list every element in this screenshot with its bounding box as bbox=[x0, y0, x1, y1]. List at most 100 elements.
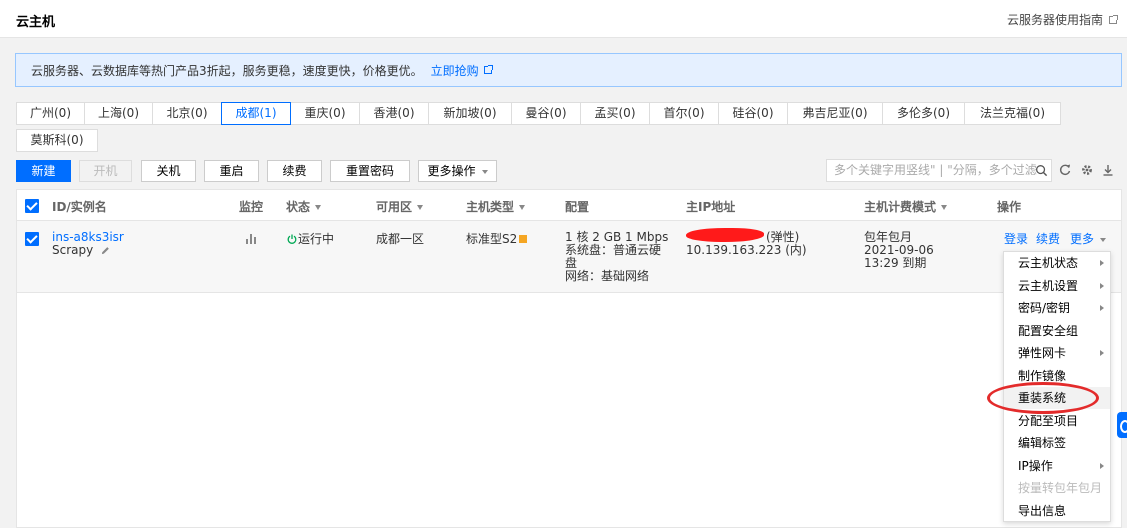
more-actions-label[interactable]: 更多操作 bbox=[427, 164, 475, 178]
menu-item-security-group[interactable]: 配置安全组 bbox=[1004, 320, 1110, 342]
download-icon[interactable] bbox=[1101, 163, 1115, 177]
login-link[interactable]: 登录 bbox=[1004, 233, 1028, 246]
monitor-chart-icon[interactable] bbox=[245, 232, 257, 245]
billing-expire: 13:29 到期 bbox=[864, 256, 927, 270]
external-link-icon bbox=[1109, 14, 1118, 24]
chevron-down-icon bbox=[1100, 237, 1107, 242]
menu-item-password-key[interactable]: 密码/密钥 bbox=[1004, 297, 1110, 319]
menu-item-instance-status[interactable]: 云主机状态 bbox=[1004, 252, 1110, 274]
menu-item-label[interactable]: 密码/密钥 bbox=[1018, 301, 1070, 315]
region-tabs-row2: 莫斯科(0) bbox=[16, 129, 98, 152]
top-bar: 云主机 云服务器使用指南 bbox=[0, 0, 1127, 38]
chevron-right-icon bbox=[1100, 305, 1104, 311]
restart-button[interactable]: 重启 bbox=[204, 160, 259, 182]
menu-item-instance-settings[interactable]: 云主机设置 bbox=[1004, 275, 1110, 297]
region-tab-frankfurt[interactable]: 法兰克福(0) bbox=[964, 102, 1061, 125]
menu-item-ip-operations[interactable]: IP操作 bbox=[1004, 455, 1110, 477]
redaction-mark bbox=[686, 228, 764, 242]
chevron-right-icon bbox=[1100, 282, 1104, 289]
region-tab-mumbai[interactable]: 孟买(0) bbox=[580, 102, 650, 125]
status-text: 运行中 bbox=[298, 232, 335, 246]
guide-link[interactable]: 云服务器使用指南 bbox=[1007, 11, 1118, 28]
region-tab-hongkong[interactable]: 香港(0) bbox=[359, 102, 429, 125]
col-billing[interactable]: 主机计费模式 bbox=[864, 198, 948, 215]
table-row: ins-a8ks3isr Scrapy 运行中 成都一区 标准型S2 1 核 2… bbox=[17, 221, 1121, 293]
promo-banner: 云服务器、云数据库等热门产品3折起，服务更稳，速度更快，价格更优。 立即抢购 bbox=[15, 53, 1122, 87]
shutdown-button[interactable]: 关机 bbox=[141, 160, 196, 182]
col-status-label: 状态 bbox=[286, 200, 311, 214]
reset-password-button[interactable]: 重置密码 bbox=[330, 160, 410, 182]
region-tab-seoul[interactable]: 首尔(0) bbox=[649, 102, 719, 125]
edit-pencil-icon[interactable] bbox=[101, 246, 110, 255]
promo-link-label[interactable]: 立即抢购 bbox=[431, 62, 479, 79]
search-placeholder: 多个关键字用竖线" | "分隔，多个过滤 bbox=[834, 163, 1037, 177]
annotation-circle bbox=[987, 382, 1099, 414]
chevron-down-icon bbox=[481, 169, 488, 174]
guide-link-label[interactable]: 云服务器使用指南 bbox=[1007, 11, 1103, 28]
start-button[interactable]: 开机 bbox=[79, 160, 132, 182]
more-link[interactable]: 更多 bbox=[1070, 232, 1107, 246]
more-actions-dropdown[interactable]: 更多操作 bbox=[418, 160, 497, 182]
instance-name-text: Scrapy bbox=[52, 243, 94, 257]
menu-item-convert-billing: 按量转包年包月 bbox=[1018, 481, 1103, 495]
instance-table: ID/实例名 监控 状态 可用区 主机类型 配置 主IP地址 主机计费模式 操作… bbox=[16, 189, 1122, 528]
row-checkbox[interactable] bbox=[25, 232, 39, 246]
search-input[interactable]: 多个关键字用竖线" | "分隔，多个过滤 bbox=[826, 159, 1052, 182]
settings-gear-icon[interactable] bbox=[1080, 163, 1094, 177]
region-tab-shanghai[interactable]: 上海(0) bbox=[84, 102, 153, 125]
col-ops: 操作 bbox=[997, 200, 1022, 214]
new-instance-button[interactable]: 新建 bbox=[16, 160, 71, 182]
col-host-type-label: 主机类型 bbox=[466, 200, 515, 214]
promo-link[interactable]: 立即抢购 bbox=[431, 62, 493, 79]
region-tab-virginia[interactable]: 弗吉尼亚(0) bbox=[787, 102, 883, 125]
col-billing-label: 主机计费模式 bbox=[864, 200, 937, 214]
region-tab-moscow[interactable]: 莫斯科(0) bbox=[16, 129, 98, 152]
chevron-right-icon bbox=[1100, 462, 1104, 469]
region-tab-beijing[interactable]: 北京(0) bbox=[152, 102, 222, 125]
instance-name: Scrapy bbox=[52, 244, 110, 257]
chevron-right-icon bbox=[1100, 350, 1104, 356]
filter-icon[interactable] bbox=[941, 205, 948, 210]
menu-item-elastic-nic[interactable]: 弹性网卡 bbox=[1004, 342, 1110, 364]
region-tab-silicon-valley[interactable]: 硅谷(0) bbox=[718, 102, 788, 125]
promo-text: 云服务器、云数据库等热门产品3折起，服务更稳，速度更快，价格更优。 bbox=[31, 63, 423, 78]
col-zone[interactable]: 可用区 bbox=[376, 198, 424, 215]
menu-item-export-info[interactable]: 导出信息 bbox=[1004, 500, 1110, 522]
refresh-icon[interactable] bbox=[1058, 163, 1072, 177]
host-type-badge-icon bbox=[519, 235, 528, 243]
col-status[interactable]: 状态 bbox=[286, 198, 322, 215]
region-tab-bangkok[interactable]: 曼谷(0) bbox=[511, 102, 581, 125]
menu-item-label[interactable]: 云主机状态 bbox=[1018, 256, 1078, 270]
page-title: 云主机 bbox=[16, 15, 56, 30]
region-tab-guangzhou[interactable]: 广州(0) bbox=[16, 102, 85, 125]
renew-link[interactable]: 续费 bbox=[1036, 233, 1060, 246]
host-type: 标准型S2 bbox=[466, 233, 528, 246]
menu-item-edit-tags[interactable]: 编辑标签 bbox=[1004, 432, 1110, 454]
chevron-right-icon bbox=[1100, 260, 1104, 266]
menu-item-label[interactable]: IP操作 bbox=[1018, 459, 1053, 473]
col-config: 配置 bbox=[565, 200, 590, 214]
region-tab-chengdu[interactable]: 成都(1) bbox=[221, 102, 291, 125]
menu-item-label[interactable]: 云主机设置 bbox=[1018, 279, 1078, 293]
col-id-name: ID/实例名 bbox=[52, 200, 107, 214]
col-ip: 主IP地址 bbox=[686, 200, 736, 214]
more-link-label[interactable]: 更多 bbox=[1070, 232, 1094, 246]
col-host-type[interactable]: 主机类型 bbox=[466, 198, 526, 215]
status-badge: 运行中 bbox=[287, 233, 334, 246]
config-line4: 网络：基础网络 bbox=[565, 269, 650, 283]
filter-icon[interactable] bbox=[417, 205, 424, 210]
ip-private: 10.139.163.223 (内) bbox=[686, 243, 807, 257]
side-help-tab[interactable] bbox=[1117, 412, 1127, 438]
col-monitor: 监控 bbox=[239, 200, 264, 214]
renew-button[interactable]: 续费 bbox=[267, 160, 322, 182]
select-all-checkbox[interactable] bbox=[25, 199, 39, 213]
filter-icon[interactable] bbox=[519, 205, 526, 210]
region-tab-singapore[interactable]: 新加坡(0) bbox=[428, 102, 512, 125]
search-icon[interactable] bbox=[1035, 164, 1048, 177]
zone-value: 成都一区 bbox=[376, 232, 425, 246]
region-tab-chongqing[interactable]: 重庆(0) bbox=[290, 102, 360, 125]
menu-item-label[interactable]: 弹性网卡 bbox=[1018, 346, 1066, 360]
filter-icon[interactable] bbox=[315, 205, 322, 210]
region-tab-toronto[interactable]: 多伦多(0) bbox=[882, 102, 965, 125]
external-link-icon bbox=[483, 65, 493, 74]
